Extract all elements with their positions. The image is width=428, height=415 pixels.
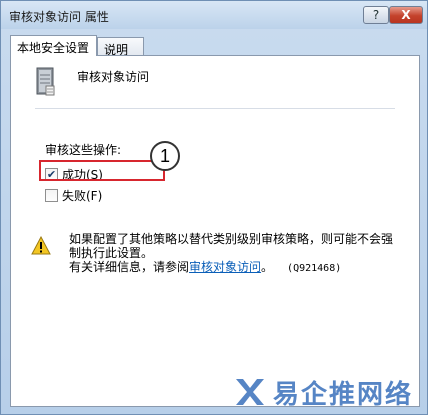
watermark: 易企推网络 <box>233 373 425 411</box>
failure-checkbox-row[interactable]: 失败(F) <box>45 187 102 204</box>
divider <box>35 108 395 109</box>
server-icon <box>36 67 55 96</box>
tab-local-security-setting[interactable]: 本地安全设置 <box>10 35 97 56</box>
more-info-prefix: 有关详细信息，请参阅 <box>69 260 190 274</box>
tab-panel: 审核对象访问 审核这些操作: ✔ 成功(S) 失败(F) 1 如果配置了其他策略… <box>10 55 420 407</box>
window-title: 审核对象访问 属性 <box>9 10 109 24</box>
annotation-highlight-box <box>39 160 165 181</box>
warning-line: 如果配置了其他策略以替代类别级别审核策略，则可能不会强制执行此设置。 <box>69 232 394 260</box>
annotation-callout: 1 <box>150 141 180 171</box>
warning-message: 如果配置了其他策略以替代类别级别审核策略，则可能不会强制执行此设置。 有关详细信… <box>69 232 399 276</box>
watermark-logo-icon <box>236 379 264 405</box>
help-button[interactable]: ? <box>363 6 389 24</box>
failure-checkbox[interactable] <box>45 189 58 202</box>
policy-name: 审核对象访问 <box>77 70 150 84</box>
audit-section-label: 审核这些操作: <box>45 143 122 157</box>
more-info-suffix: 。 <box>261 260 274 274</box>
properties-dialog: 审核对象访问 属性 ? X 本地安全设置 说明 审核对象访问 审核这些操作: ✔… <box>0 0 428 415</box>
failure-label[interactable]: 失败(F) <box>62 187 102 204</box>
close-button[interactable]: X <box>389 6 423 24</box>
title-bar[interactable]: 审核对象访问 属性 ? X <box>1 1 427 29</box>
audit-object-access-link[interactable]: 审核对象访问 <box>189 260 261 274</box>
watermark-text: 易企推网络 <box>273 379 414 410</box>
kb-reference: (Q921468) <box>287 263 342 274</box>
warning-icon <box>31 236 51 255</box>
tab-explain[interactable]: 说明 <box>97 37 144 57</box>
